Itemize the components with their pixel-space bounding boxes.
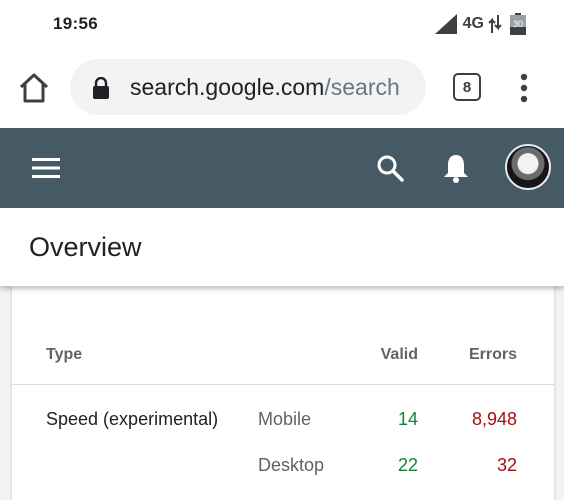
row-device[interactable]: Mobile xyxy=(258,409,311,430)
tab-switcher-button[interactable]: 8 xyxy=(453,73,481,101)
home-icon[interactable] xyxy=(16,70,52,106)
signal-icon xyxy=(434,14,457,34)
page-header: Overview xyxy=(0,208,564,286)
url-host: search.google.com xyxy=(130,74,325,100)
column-header-type: Type xyxy=(46,346,83,363)
row-type: Speed (experimental) xyxy=(46,409,219,429)
lock-icon xyxy=(93,77,109,99)
url-text: search.google.com/search xyxy=(130,74,400,101)
url-path: /search xyxy=(324,74,400,100)
status-time: 19:56 xyxy=(53,14,98,33)
column-header-errors: Errors xyxy=(468,346,517,363)
status-icons: 4G 30 xyxy=(434,12,526,36)
row-device[interactable]: Desktop xyxy=(258,455,324,476)
data-transfer-icon xyxy=(488,15,502,33)
network-label: 4G xyxy=(462,15,484,32)
row-errors-count[interactable]: 32 xyxy=(497,455,517,476)
row-errors-count[interactable]: 8,948 xyxy=(472,409,517,430)
avatar[interactable] xyxy=(505,144,551,190)
row-valid-count[interactable]: 14 xyxy=(398,409,418,430)
status-bar: 19:56 4G 30 xyxy=(0,0,564,48)
search-icon[interactable] xyxy=(376,154,404,182)
header-divider xyxy=(12,384,554,385)
column-header-valid: Valid xyxy=(380,346,418,363)
url-bar[interactable]: search.google.com/search xyxy=(70,59,426,115)
browser-toolbar: search.google.com/search 8 xyxy=(0,48,564,128)
battery-icon: 30 xyxy=(510,13,526,35)
more-vert-icon[interactable] xyxy=(512,70,536,106)
menu-icon[interactable] xyxy=(32,156,60,180)
content-area: Type Valid Errors Speed (experimental) M… xyxy=(0,286,564,500)
bell-icon[interactable] xyxy=(441,152,471,184)
page-title: Overview xyxy=(29,232,142,262)
battery-level: 30 xyxy=(513,19,523,29)
app-bar xyxy=(0,128,564,208)
row-valid-count[interactable]: 22 xyxy=(398,455,418,476)
overview-card: Type Valid Errors Speed (experimental) M… xyxy=(12,286,554,500)
